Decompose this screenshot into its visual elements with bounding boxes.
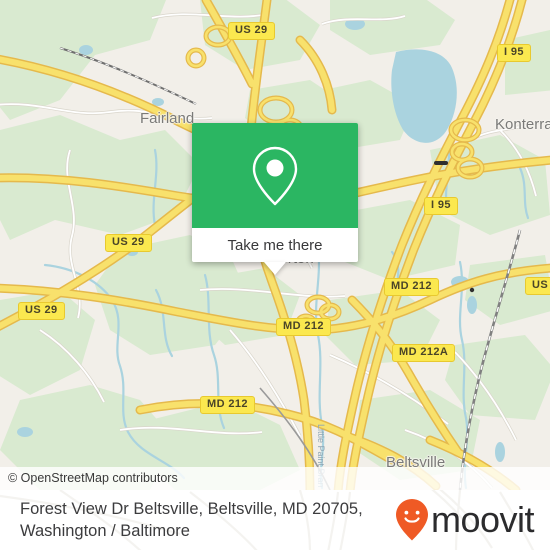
take-me-there-card[interactable]: Take me there	[192, 123, 358, 275]
map-pin-icon	[252, 146, 298, 205]
route-shield: US 1	[525, 277, 550, 295]
footer-bar: Forest View Dr Beltsville, Beltsville, M…	[0, 490, 550, 550]
route-shield: US 29	[228, 22, 275, 40]
route-shield: MD 212A	[392, 344, 456, 362]
route-shield: MD 212	[276, 318, 331, 336]
moovit-pin-icon	[395, 499, 428, 541]
address-line-2: Washington / Baltimore	[20, 522, 190, 540]
moovit-map-screenshot: US 29 I 95 US 29 I 95 US 29 MD 212 US 1 …	[0, 0, 550, 550]
route-shield: I 95	[497, 44, 531, 62]
card-header	[192, 123, 358, 228]
place-label-fairland: Fairland	[140, 110, 195, 127]
address-text: Forest View Dr Beltsville, Beltsville, M…	[20, 498, 363, 542]
route-shield: US 29	[18, 302, 65, 320]
route-shield: US 29	[105, 234, 152, 252]
address-line-1: Forest View Dr Beltsville, Beltsville, M…	[20, 500, 363, 518]
route-shield: I 95	[424, 197, 458, 215]
moovit-wordmark: moovit	[430, 499, 535, 540]
place-label-konterra: Konterra	[495, 116, 550, 133]
route-shield: MD 212	[384, 278, 439, 296]
moovit-logo[interactable]: moovit	[395, 498, 535, 542]
take-me-there-label: Take me there	[227, 236, 323, 254]
card-pointer-tail	[264, 262, 286, 275]
route-shield: MD 212	[200, 396, 255, 414]
card-footer[interactable]: Take me there	[192, 228, 358, 275]
map-attribution[interactable]: © OpenStreetMap contributors	[0, 467, 550, 490]
